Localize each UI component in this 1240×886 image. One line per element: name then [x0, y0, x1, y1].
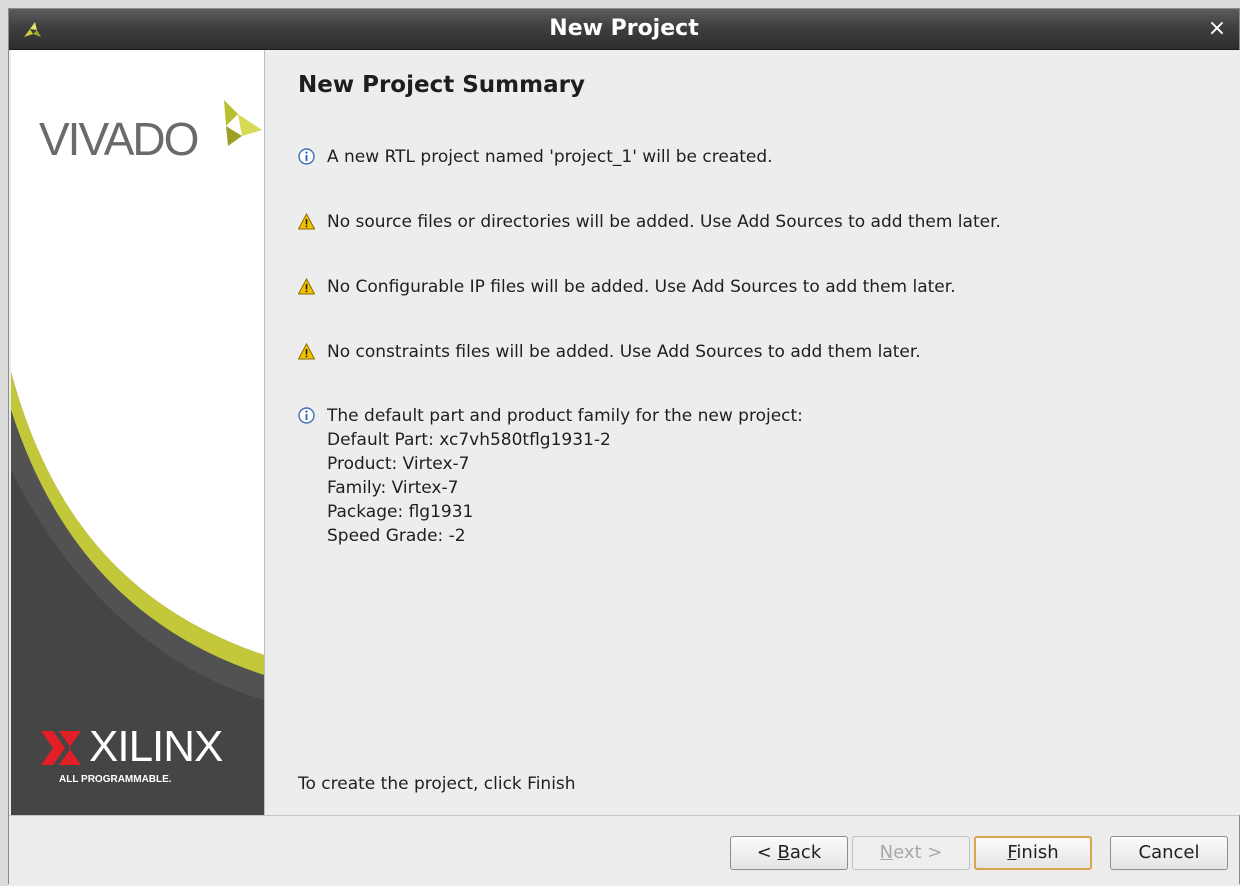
window-title: New Project: [549, 16, 699, 41]
title-bar[interactable]: New Project ×: [9, 9, 1239, 50]
message-text: No source files or directories will be a…: [327, 212, 1001, 232]
branding-panel: VIVADO XILINX ALL PROGRAMMABLE.: [11, 50, 265, 815]
warning-icon: [298, 213, 315, 230]
message-text: No constraints files will be added. Use …: [327, 342, 921, 362]
next-button[interactable]: Next >: [852, 836, 970, 870]
summary-panel: New Project Summary A new RTL project na…: [265, 50, 1240, 815]
summary-message: No Configurable IP files will be added. …: [298, 275, 956, 299]
info-icon: [298, 148, 315, 165]
button-bar: < Back Next > Finish Cancel: [9, 815, 1239, 886]
back-button[interactable]: < Back: [730, 836, 848, 870]
summary-message: A new RTL project named 'project_1' will…: [298, 145, 773, 169]
xilinx-logo: XILINX ALL PROGRAMMABLE.: [41, 720, 251, 790]
package: Package: flg1931: [327, 502, 474, 522]
vivado-logo-text: VIVADO: [39, 113, 199, 165]
page-title: New Project Summary: [298, 72, 585, 98]
finish-hint: To create the project, click Finish: [298, 774, 576, 794]
finish-button[interactable]: Finish: [974, 836, 1092, 870]
product: Product: Virtex-7: [327, 454, 470, 474]
cancel-button[interactable]: Cancel: [1110, 836, 1228, 870]
xilinx-x-icon: [41, 731, 81, 765]
default-part: Default Part: xc7vh580tflg1931-2: [327, 430, 611, 450]
new-project-dialog: New Project × VIVADO XILINX ALL PROGRAMM…: [8, 8, 1240, 886]
summary-message: The default part and product family for …: [298, 404, 803, 548]
summary-message: No source files or directories will be a…: [298, 210, 1001, 234]
warning-icon: [298, 343, 315, 360]
vivado-leaf-icon: [224, 100, 262, 146]
xilinx-tagline: ALL PROGRAMMABLE.: [59, 774, 172, 785]
summary-message: No constraints files will be added. Use …: [298, 340, 921, 364]
warning-icon: [298, 278, 315, 295]
info-icon: [298, 407, 315, 424]
close-icon[interactable]: ×: [1207, 18, 1227, 40]
family: Family: Virtex-7: [327, 478, 459, 498]
vivado-logo: VIVADO: [39, 100, 264, 170]
message-text: A new RTL project named 'project_1' will…: [327, 147, 773, 167]
message-text: The default part and product family for …: [327, 406, 803, 426]
message-text: No Configurable IP files will be added. …: [327, 277, 956, 297]
xilinx-logo-text: XILINX: [89, 722, 223, 771]
part-details: Default Part: xc7vh580tflg1931-2 Product…: [327, 428, 803, 548]
speed-grade: Speed Grade: -2: [327, 526, 466, 546]
